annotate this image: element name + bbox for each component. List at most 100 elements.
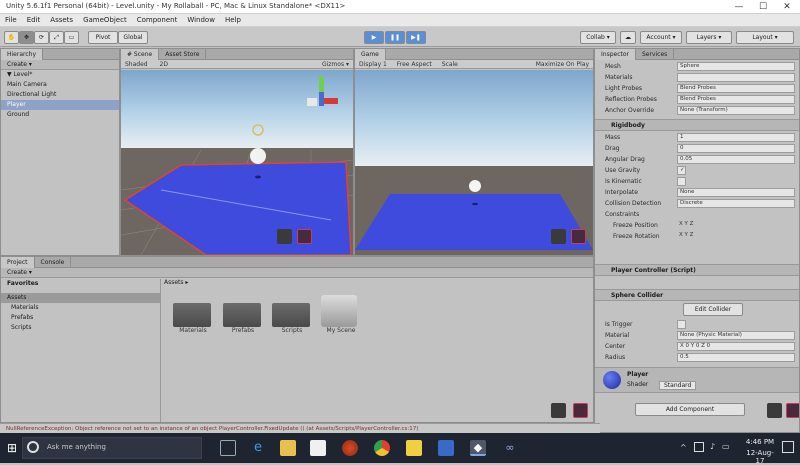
shading-dropdown[interactable]: Shaded [125, 61, 148, 68]
hierarchy-item-main-camera[interactable]: Main Camera [1, 80, 119, 90]
project-lock-icon[interactable] [551, 403, 566, 418]
edit-collider-button[interactable]: Edit Collider [683, 303, 743, 316]
project-create-button[interactable]: Create ▾ [1, 268, 593, 278]
hierarchy-item-directional-light[interactable]: Directional Light [1, 90, 119, 100]
collision-detection-dropdown[interactable]: Discrete [677, 199, 795, 208]
anchor-override-field[interactable]: None (Transform) [677, 106, 795, 115]
taskbar-search-box[interactable]: Ask me anything [22, 437, 202, 459]
task-view-icon[interactable] [220, 440, 236, 456]
layout-dropdown[interactable]: Layout ▾ [736, 31, 794, 44]
use-gravity-checkbox[interactable]: ✓ [677, 166, 686, 175]
store-icon[interactable] [310, 440, 326, 456]
display-dropdown[interactable]: Display 1 [359, 61, 387, 68]
freeze-rotation-toggles[interactable]: X Y Z [677, 232, 795, 241]
move-tool-button[interactable]: ✥ [19, 31, 34, 44]
notifications-icon[interactable] [782, 441, 794, 453]
scale-tool-button[interactable]: ⤢ [49, 31, 64, 44]
cloud-icon[interactable]: ☁ [620, 31, 636, 44]
interpolate-dropdown[interactable]: None [677, 188, 795, 197]
global-toggle[interactable]: Global [118, 31, 148, 44]
freeze-position-toggles[interactable]: X Y Z [677, 221, 795, 230]
account-dropdown[interactable]: Account ▾ [640, 31, 682, 44]
materials-field[interactable] [677, 73, 795, 82]
center-field[interactable]: X 0 Y 0 Z 0 [677, 342, 795, 351]
tab-scene[interactable]: # Scene [121, 49, 160, 60]
favorites-label[interactable]: Favorites [1, 279, 160, 289]
scene-record-icon[interactable] [297, 229, 312, 244]
tree-item-scripts[interactable]: Scripts [1, 323, 160, 333]
tree-item-materials[interactable]: Materials [1, 303, 160, 313]
tab-project[interactable]: Project [1, 257, 35, 268]
reflection-probes-field[interactable]: Blend Probes [677, 95, 795, 104]
tab-asset-store[interactable]: Asset Store [159, 49, 207, 60]
hierarchy-item-scene[interactable]: ▼ Level* [1, 70, 119, 80]
rotate-tool-button[interactable]: ⟳ [34, 31, 49, 44]
project-record-icon[interactable] [573, 403, 588, 418]
menu-window[interactable]: Window [182, 14, 220, 24]
shader-dropdown[interactable]: Standard [659, 381, 697, 390]
scene-lock-icon[interactable] [277, 229, 292, 244]
rigidbody-header[interactable]: Rigidbody [595, 119, 799, 131]
console-status-bar[interactable]: NullReferenceException: Object reference… [0, 423, 600, 433]
game-lock-icon[interactable] [551, 229, 566, 244]
file-explorer-icon[interactable] [280, 440, 296, 456]
radius-field[interactable]: 0.5 [677, 353, 795, 362]
menu-help[interactable]: Help [220, 14, 246, 24]
collab-dropdown[interactable]: Collab ▾ [580, 31, 616, 44]
drag-field[interactable]: 0 [677, 144, 795, 153]
is-kinematic-checkbox[interactable] [677, 177, 686, 186]
play-button[interactable]: ▶ [364, 31, 384, 44]
menu-edit[interactable]: Edit [22, 14, 46, 24]
menu-file[interactable]: File [0, 14, 22, 24]
menu-gameobject[interactable]: GameObject [78, 14, 132, 24]
clock-time[interactable]: 4:46 PM [742, 438, 778, 446]
volume-icon[interactable]: ♪ [710, 442, 715, 451]
2d-toggle[interactable]: 2D [160, 61, 168, 68]
maximize-on-play-toggle[interactable]: Maximize On Play [536, 60, 589, 69]
tree-item-assets[interactable]: Assets [1, 293, 160, 303]
pause-button[interactable]: ❚❚ [385, 31, 405, 44]
layers-dropdown[interactable]: Layers ▾ [686, 31, 732, 44]
project-breadcrumb[interactable]: Assets ▸ [164, 279, 188, 286]
minimize-button[interactable]: — [728, 1, 750, 13]
aspect-dropdown[interactable]: Free Aspect [397, 61, 432, 68]
gizmos-dropdown[interactable]: Gizmos ▾ [322, 60, 349, 69]
hierarchy-item-player[interactable]: Player [1, 100, 119, 110]
pivot-toggle[interactable]: Pivot [88, 31, 118, 44]
angular-drag-field[interactable]: 0.05 [677, 155, 795, 164]
app-icon[interactable] [438, 440, 454, 456]
hand-tool-button[interactable]: ✋ [4, 31, 19, 44]
sphere-collider-header[interactable]: Sphere Collider [595, 289, 799, 301]
scene-viewport[interactable] [121, 70, 353, 255]
tab-services[interactable]: Services [636, 49, 675, 60]
hierarchy-create-button[interactable]: Create ▾ [1, 60, 119, 70]
hierarchy-item-ground[interactable]: Ground [1, 110, 119, 120]
menu-assets[interactable]: Assets [45, 14, 78, 24]
edge-browser-icon[interactable]: e [250, 440, 266, 456]
asset-prefabs[interactable]: Prefabs [223, 303, 263, 334]
add-component-button[interactable]: Add Component [635, 403, 745, 416]
game-viewport[interactable] [355, 70, 593, 255]
mesh-field[interactable]: Sphere [677, 62, 795, 71]
inspector-record-icon[interactable] [786, 403, 799, 418]
tab-game[interactable]: Game [355, 49, 386, 60]
light-probes-field[interactable]: Blend Probes [677, 84, 795, 93]
scale-slider[interactable]: Scale [442, 61, 458, 68]
network-icon[interactable] [694, 442, 704, 452]
is-trigger-checkbox[interactable] [677, 320, 686, 329]
tree-item-prefabs[interactable]: Prefabs [1, 313, 160, 323]
asset-materials[interactable]: Materials [173, 303, 213, 334]
player-controller-header[interactable]: Player Controller (Script) [595, 264, 799, 276]
battery-icon[interactable]: ▭ [722, 442, 730, 451]
tray-chevron-icon[interactable]: ^ [680, 443, 687, 452]
chrome-icon[interactable] [374, 440, 390, 456]
asset-scene[interactable]: My Scene [321, 295, 361, 334]
close-button[interactable]: ✕ [776, 1, 798, 13]
unity-taskbar-icon[interactable]: ◆ [470, 440, 486, 456]
tab-console[interactable]: Console [35, 257, 72, 268]
sticky-notes-icon[interactable] [406, 440, 422, 456]
tab-inspector[interactable]: Inspector [595, 49, 636, 60]
maximize-button[interactable]: ☐ [752, 1, 774, 13]
mass-field[interactable]: 1 [677, 133, 795, 142]
inspector-lock-icon[interactable] [767, 403, 782, 418]
